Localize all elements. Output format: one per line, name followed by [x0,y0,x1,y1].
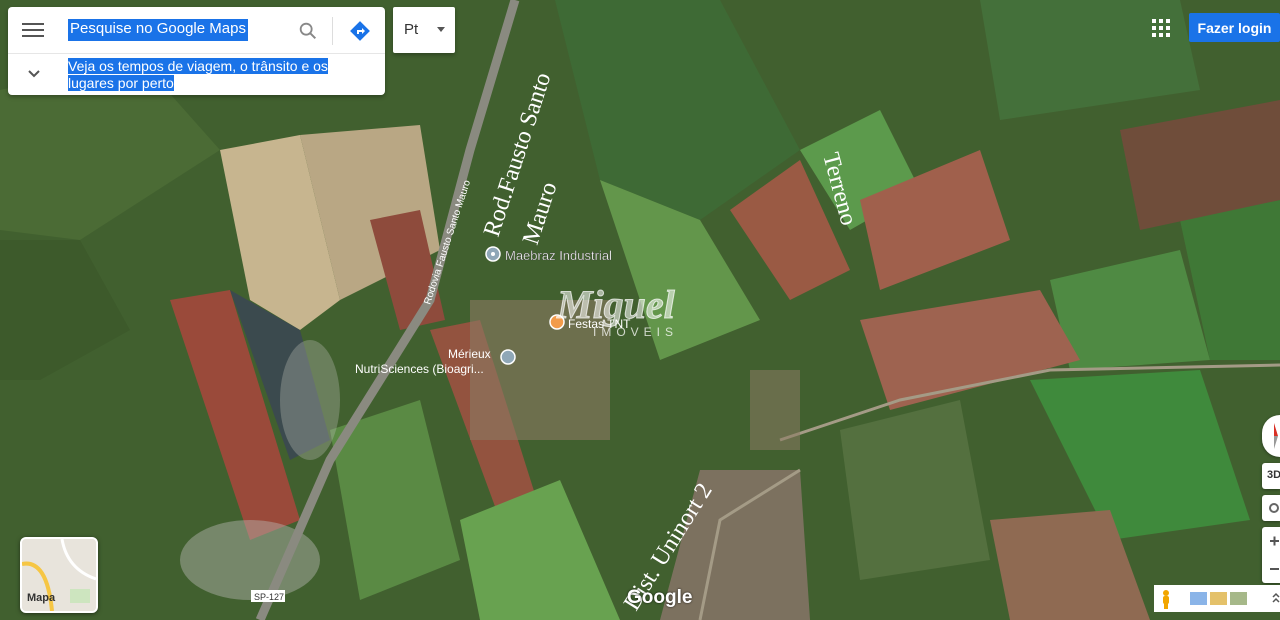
search-icon[interactable] [297,20,319,42]
language-select[interactable]: Pt [393,7,455,53]
pegman-icon[interactable] [1160,589,1172,609]
zoom-in-icon[interactable] [1262,527,1280,555]
watermark-brand: Miguel [556,282,676,327]
compass-button[interactable] [1262,415,1280,457]
zoom-controls [1262,527,1280,583]
my-location-icon [1269,503,1279,513]
zoom-out-icon[interactable] [1262,555,1280,583]
tilt-label: 3D [1267,469,1280,481]
imagery-thumbnail-icon[interactable] [1230,592,1247,605]
divider [8,53,385,54]
place-pin-icon [500,349,516,365]
search-panel: Pesquise no Google Maps Veja os tempos d… [8,7,385,95]
search-hint: Veja os tempos de viagem, o trânsito e o… [68,58,368,92]
map-controls: 3D [1262,415,1280,585]
imagery-thumbnail-icon[interactable] [1210,592,1227,605]
bottom-controls [1154,585,1280,612]
village-area [750,370,800,450]
caret-down-icon [437,27,445,32]
search-hint-text: Veja os tempos de viagem, o trânsito e o… [68,58,328,91]
place-label-line2: NutriSciences (Bioagri... [355,362,484,376]
layer-switcher[interactable]: Mapa [20,537,98,613]
compass-icon [1274,423,1278,449]
chevron-down-icon[interactable] [26,66,42,82]
menu-icon[interactable] [22,20,44,40]
divider [332,17,333,45]
search-row: Pesquise no Google Maps [8,7,385,53]
route-shield-label: SP-127 [254,592,284,602]
login-button[interactable]: Fazer login [1189,13,1280,42]
search-input[interactable]: Pesquise no Google Maps [68,19,248,41]
place-maebraz[interactable]: Maebraz Industrial [485,246,612,263]
smoke [280,340,340,460]
directions-icon[interactable] [348,19,372,43]
tilt-button[interactable]: 3D [1262,463,1280,489]
imagery-thumbnail-icon[interactable] [1190,592,1207,605]
place-pin-dot [491,252,495,256]
layers-label: Mapa [27,592,56,604]
place-label-line1: Mérieux [448,347,491,361]
chevron-up-icon[interactable] [1272,591,1280,605]
location-button[interactable] [1262,495,1280,521]
place-label: Maebraz Industrial [505,248,612,263]
google-logo: Google [627,587,693,608]
apps-grid-icon[interactable] [1152,19,1170,37]
watermark-sub: IMÓVEIS [593,324,678,339]
language-label: Pt [404,21,419,38]
